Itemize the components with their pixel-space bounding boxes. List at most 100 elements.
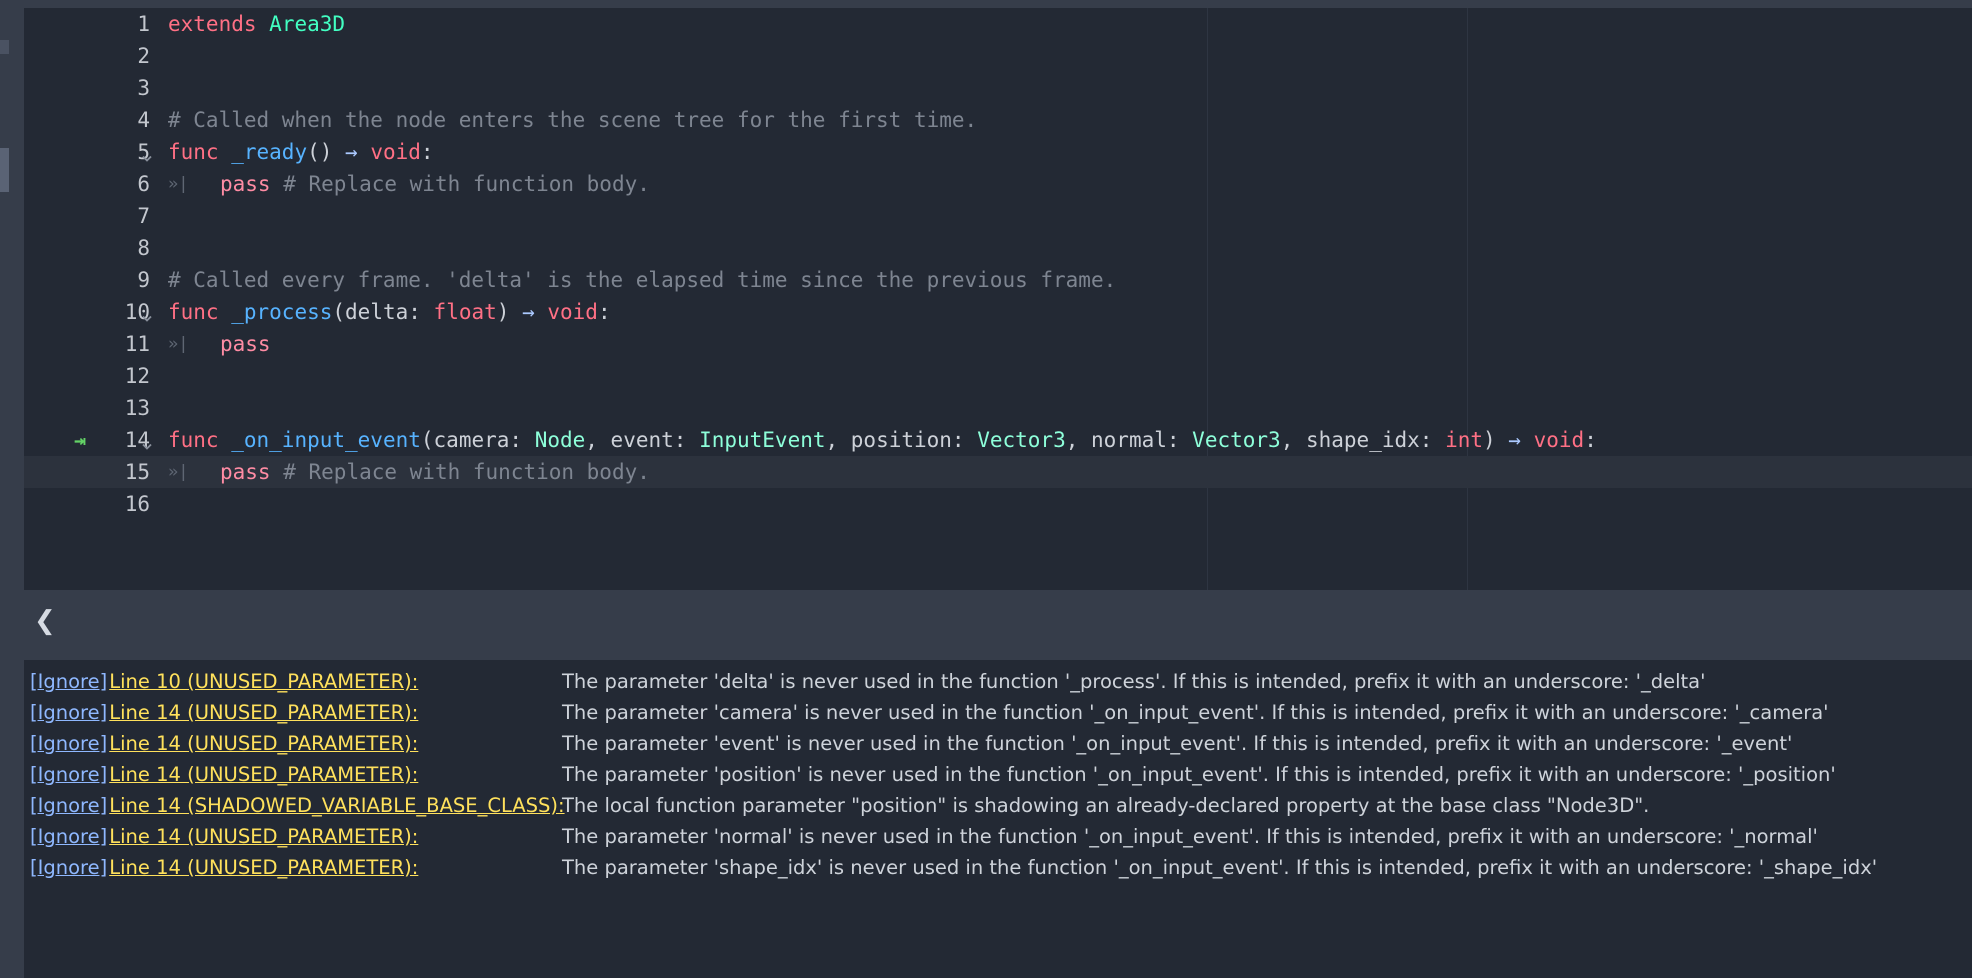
warning-line-link[interactable]: Line 14 (UNUSED_PARAMETER): [109,825,418,848]
code-token: , normal: [1065,428,1193,452]
tab-indent-marker: »| [168,174,189,194]
collapse-arrow-icon[interactable]: ❮ [34,608,56,634]
code-line[interactable]: 1 extends Area3D [24,8,1972,40]
warning-row: [Ignore] Line 14 (UNUSED_PARAMETER): The p… [30,852,1970,883]
line-number: 14 [124,428,150,452]
code-token: (camera: [420,428,535,452]
code-token: : [420,140,434,164]
code-token: ) [496,300,523,324]
code-text: pass # Replace with function body. [220,168,650,200]
code-line[interactable]: 5 func _ready() → void: [24,136,1972,168]
line-number: 16 [124,492,150,516]
ignore-warning-link[interactable]: [Ignore] [30,825,107,848]
code-token: void [370,140,421,164]
code-token: → [1508,428,1521,452]
warning-message: The parameter 'shape_idx' is never used … [562,856,1878,879]
code-text: func _process(delta: float) → void: [168,296,611,328]
ignore-warning-link[interactable]: [Ignore] [30,670,107,693]
code-line[interactable]: 16 [24,488,1972,520]
warning-row: [Ignore] Line 14 (SHADOWED_VARIABLE_BASE_… [30,790,1970,821]
ignore-warning-link[interactable]: [Ignore] [30,732,107,755]
code-line[interactable]: 8 [24,232,1972,264]
code-token: func [168,428,219,452]
fold-chevron-icon[interactable] [142,148,152,162]
line-number: 3 [137,76,150,100]
code-token: extends [168,12,257,36]
warning-row: [Ignore] Line 14 (UNUSED_PARAMETER): The p… [30,728,1970,759]
code-line[interactable]: 2 [24,40,1972,72]
ignore-warning-link[interactable]: [Ignore] [30,763,107,786]
dock-tab[interactable] [0,40,9,54]
code-token: _ready [231,140,308,164]
code-text: func _ready() → void: [168,136,434,168]
warning-line-link[interactable]: Line 10 (UNUSED_PARAMETER): [109,670,418,693]
line-number: 12 [124,364,150,388]
warning-message: The parameter 'normal' is never used in … [562,825,1818,848]
dock-tab-active[interactable] [0,148,9,192]
warning-row: [Ignore] Line 10 (UNUSED_PARAMETER): The p… [30,666,1970,697]
code-token: , shape_idx: [1280,428,1446,452]
warnings-panel: [Ignore] Line 10 (UNUSED_PARAMETER): The p… [24,660,1972,978]
line-number: 6 [137,172,150,196]
code-token: pass [220,460,271,484]
line-number: 2 [137,44,150,68]
code-line[interactable]: 7 [24,200,1972,232]
code-token: void [1533,428,1585,452]
code-text: pass # Replace with function body. [220,456,650,488]
code-token: , event: [585,428,700,452]
warning-line-link[interactable]: Line 14 (UNUSED_PARAMETER): [109,856,418,879]
fold-chevron-icon[interactable] [142,436,152,450]
code-line[interactable]: 13 [24,392,1972,424]
code-token: pass [220,332,271,356]
line-number: 9 [137,268,150,292]
code-token: func [168,140,219,164]
fold-chevron-icon[interactable] [142,308,152,322]
left-dock-strip [0,8,24,978]
code-text: func _on_input_event(camera: Node, event… [168,424,1597,456]
code-token: () [307,140,346,164]
warning-row: [Ignore] Line 14 (UNUSED_PARAMETER): The p… [30,821,1970,852]
code-line[interactable]: 15 »| pass # Replace with function body. [24,456,1972,488]
warning-line-link[interactable]: Line 14 (SHADOWED_VARIABLE_BASE_CLASS): [109,794,564,817]
code-token: : [597,300,611,324]
warning-line-link[interactable]: Line 14 (UNUSED_PARAMETER): [109,732,418,755]
code-editor[interactable]: 1 extends Area3D 2 3 4 # Called when the node… [24,8,1972,590]
top-bar [0,0,1972,8]
ignore-warning-link[interactable]: [Ignore] [30,856,107,879]
line-number: 7 [137,204,150,228]
code-line[interactable]: 4 # Called when the node enters the scene… [24,104,1972,136]
warning-line-link[interactable]: Line 14 (UNUSED_PARAMETER): [109,701,418,724]
code-token: func [168,300,219,324]
line-number: 8 [137,236,150,260]
code-text: pass [220,328,271,360]
code-line[interactable]: 3 [24,72,1972,104]
warning-row: [Ignore] Line 14 (UNUSED_PARAMETER): The p… [30,697,1970,728]
ignore-warning-link[interactable]: [Ignore] [30,794,107,817]
code-token: # Replace with function body. [283,172,650,196]
code-token: void [547,300,598,324]
warning-line-link[interactable]: Line 14 (UNUSED_PARAMETER): [109,763,418,786]
code-line[interactable]: 12 [24,360,1972,392]
code-line[interactable]: 11 »| pass [24,328,1972,360]
line-number: 4 [137,108,150,132]
code-token: → [345,140,358,164]
code-text: # Called every frame. 'delta' is the ela… [168,264,1116,296]
ignore-warning-link[interactable]: [Ignore] [30,701,107,724]
tab-indent-marker: »| [168,462,189,482]
warning-message: The parameter 'position' is never used i… [562,763,1836,786]
line-number: 11 [124,332,150,356]
code-token: float [433,300,497,324]
code-line[interactable]: 10 func _process(delta: float) → void: [24,296,1972,328]
code-line[interactable]: 6 »| pass # Replace with function body. [24,168,1972,200]
code-line[interactable]: 9 # Called every frame. 'delta' is the el… [24,264,1972,296]
line-number: 1 [137,12,150,36]
code-token: Vector3 [1192,428,1281,452]
line-number: 5 [137,140,150,164]
code-line[interactable]: ⇥ 14 func _on_input_event(camera: Node, ev… [24,424,1972,456]
